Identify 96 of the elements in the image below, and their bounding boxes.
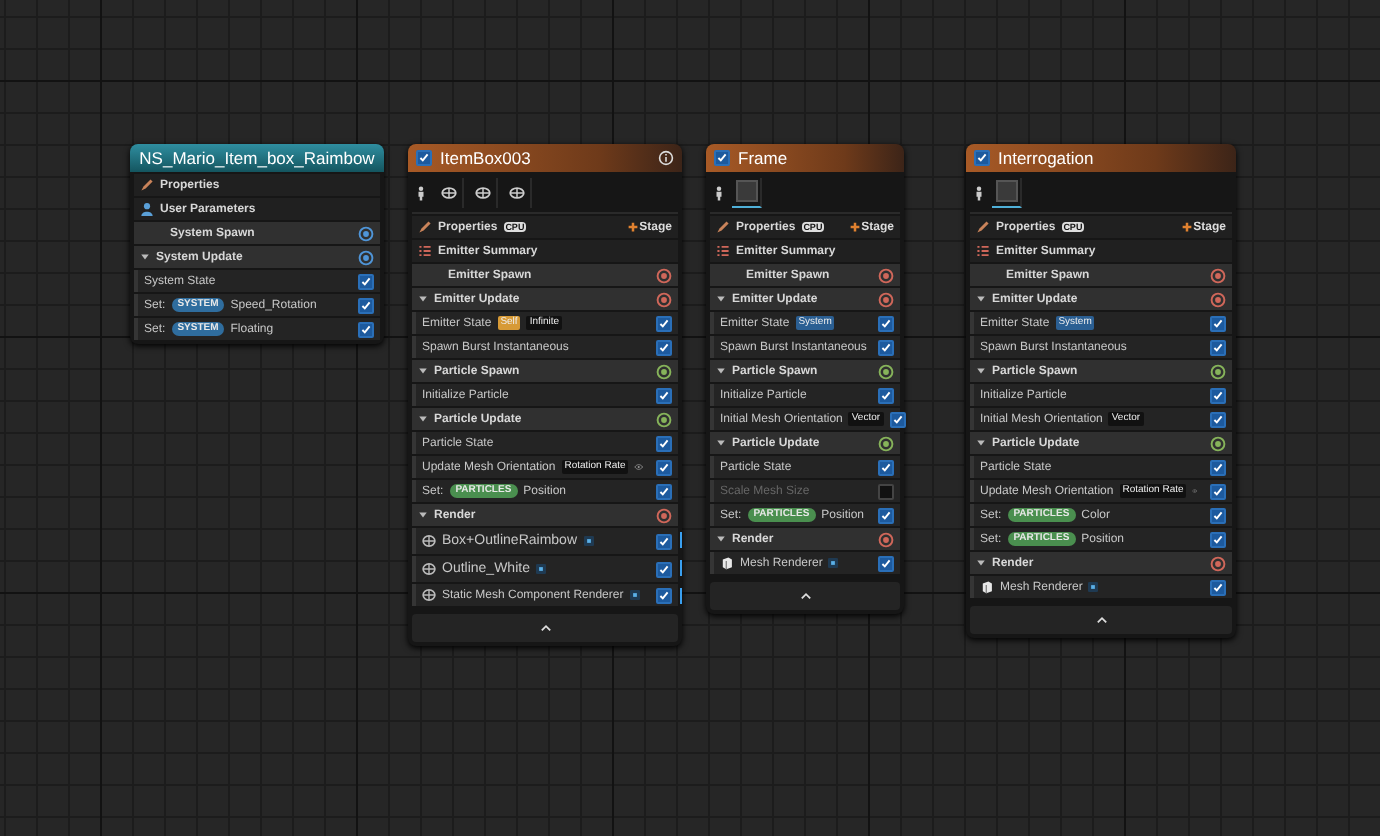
renderer-type-icon	[583, 536, 594, 546]
mesh-icon	[422, 534, 436, 548]
add-module-icon[interactable]	[656, 363, 672, 379]
add-module-icon[interactable]	[656, 411, 672, 427]
module-checkbox[interactable]	[878, 507, 894, 523]
module-checkbox[interactable]	[358, 321, 374, 337]
expand-arrow-icon[interactable]	[140, 252, 150, 262]
renderer-type-icon	[1088, 582, 1099, 592]
add-module-icon[interactable]	[1210, 555, 1226, 571]
add-module-icon[interactable]	[1210, 363, 1226, 379]
chevron-up-icon	[799, 592, 811, 600]
renderer-type-icon	[629, 590, 640, 600]
module-checkbox[interactable]	[1210, 507, 1226, 523]
expand-arrow-icon[interactable]	[976, 294, 986, 304]
pencil-icon	[716, 220, 730, 234]
renderer-checkbox[interactable]	[1210, 579, 1226, 595]
list-icon	[976, 244, 990, 258]
person-icon	[140, 202, 154, 216]
renderer-checkbox[interactable]	[656, 587, 672, 603]
list-icon	[418, 244, 432, 258]
chevron-up-icon	[1095, 616, 1107, 624]
enable-checkbox[interactable]	[974, 150, 990, 166]
cube-icon	[980, 580, 994, 594]
expand-arrow-icon[interactable]	[716, 366, 726, 376]
module-checkbox[interactable]	[1210, 387, 1226, 403]
eye-icon[interactable]	[634, 462, 644, 472]
pencil-icon	[418, 220, 432, 234]
pencil-icon	[976, 220, 990, 234]
enable-checkbox[interactable]	[416, 150, 432, 166]
add-module-icon[interactable]	[1210, 435, 1226, 451]
module-checkbox[interactable]	[878, 387, 894, 403]
add-module-icon[interactable]	[1210, 267, 1226, 283]
expand-arrow-icon[interactable]	[716, 534, 726, 544]
module-checkbox[interactable]	[358, 273, 374, 289]
expand-arrow-icon[interactable]	[716, 438, 726, 448]
module-checkbox[interactable]	[1210, 459, 1226, 475]
expand-arrow-icon[interactable]	[418, 366, 428, 376]
plus-icon	[1181, 222, 1192, 232]
module-checkbox[interactable]	[1210, 315, 1226, 331]
renderer-type-icon	[828, 558, 839, 568]
renderer-checkbox[interactable]	[878, 555, 894, 571]
cube-icon	[720, 556, 734, 570]
add-module-icon[interactable]	[878, 267, 894, 283]
enable-checkbox[interactable]	[714, 150, 730, 166]
info-icon[interactable]	[658, 150, 674, 166]
module-checkbox[interactable]	[1210, 411, 1226, 427]
module-checkbox[interactable]	[1210, 339, 1226, 355]
node-title: ItemBox003	[440, 148, 531, 168]
mesh-icon	[422, 562, 436, 576]
add-module-icon[interactable]	[1210, 291, 1226, 307]
renderer-type-icon	[535, 564, 546, 574]
module-checkbox[interactable]	[889, 411, 906, 427]
expand-arrow-icon[interactable]	[976, 438, 986, 448]
node-title: Interrogation	[998, 148, 1094, 168]
plus-icon	[627, 222, 638, 232]
module-checkbox[interactable]	[656, 435, 672, 451]
add-module-icon[interactable]	[878, 291, 894, 307]
renderer-checkbox[interactable]	[656, 561, 672, 577]
expand-arrow-icon[interactable]	[976, 558, 986, 568]
module-checkbox[interactable]	[358, 297, 374, 313]
expand-arrow-icon[interactable]	[418, 414, 428, 424]
add-module-icon[interactable]	[656, 267, 672, 283]
person-icon[interactable]	[714, 183, 724, 201]
expand-arrow-icon[interactable]	[976, 366, 986, 376]
add-module-icon[interactable]	[358, 225, 374, 241]
renderer-thumbnail[interactable]	[732, 177, 762, 207]
renderer-checkbox[interactable]	[656, 533, 672, 549]
add-module-icon[interactable]	[878, 531, 894, 547]
pencil-icon	[140, 178, 154, 192]
module-checkbox[interactable]	[656, 459, 672, 475]
expand-arrow-icon[interactable]	[716, 294, 726, 304]
person-icon[interactable]	[974, 183, 984, 201]
module-checkbox[interactable]	[1210, 531, 1226, 547]
plus-icon	[849, 222, 860, 232]
renderer-thumbnail[interactable]	[992, 177, 1022, 207]
node-title: Frame	[738, 148, 788, 168]
module-checkbox[interactable]	[878, 315, 894, 331]
chevron-up-icon	[539, 624, 551, 632]
add-module-icon[interactable]	[656, 291, 672, 307]
expand-arrow-icon[interactable]	[418, 510, 428, 520]
person-icon[interactable]	[416, 183, 426, 201]
module-checkbox[interactable]	[656, 339, 672, 355]
module-checkbox[interactable]	[1210, 483, 1226, 499]
expand-arrow-icon[interactable]	[418, 294, 428, 304]
module-checkbox[interactable]	[656, 315, 672, 331]
add-module-icon[interactable]	[878, 363, 894, 379]
module-checkbox[interactable]	[878, 459, 894, 475]
node-title: NS_Mario_Item_box_Raimbow	[139, 148, 375, 168]
module-checkbox[interactable]	[656, 483, 672, 499]
add-module-icon[interactable]	[878, 435, 894, 451]
module-checkbox[interactable]	[656, 387, 672, 403]
module-checkbox[interactable]	[878, 339, 894, 355]
mesh-icon	[422, 588, 436, 602]
list-icon	[716, 244, 730, 258]
add-module-icon[interactable]	[358, 249, 374, 265]
add-module-icon[interactable]	[656, 507, 672, 523]
